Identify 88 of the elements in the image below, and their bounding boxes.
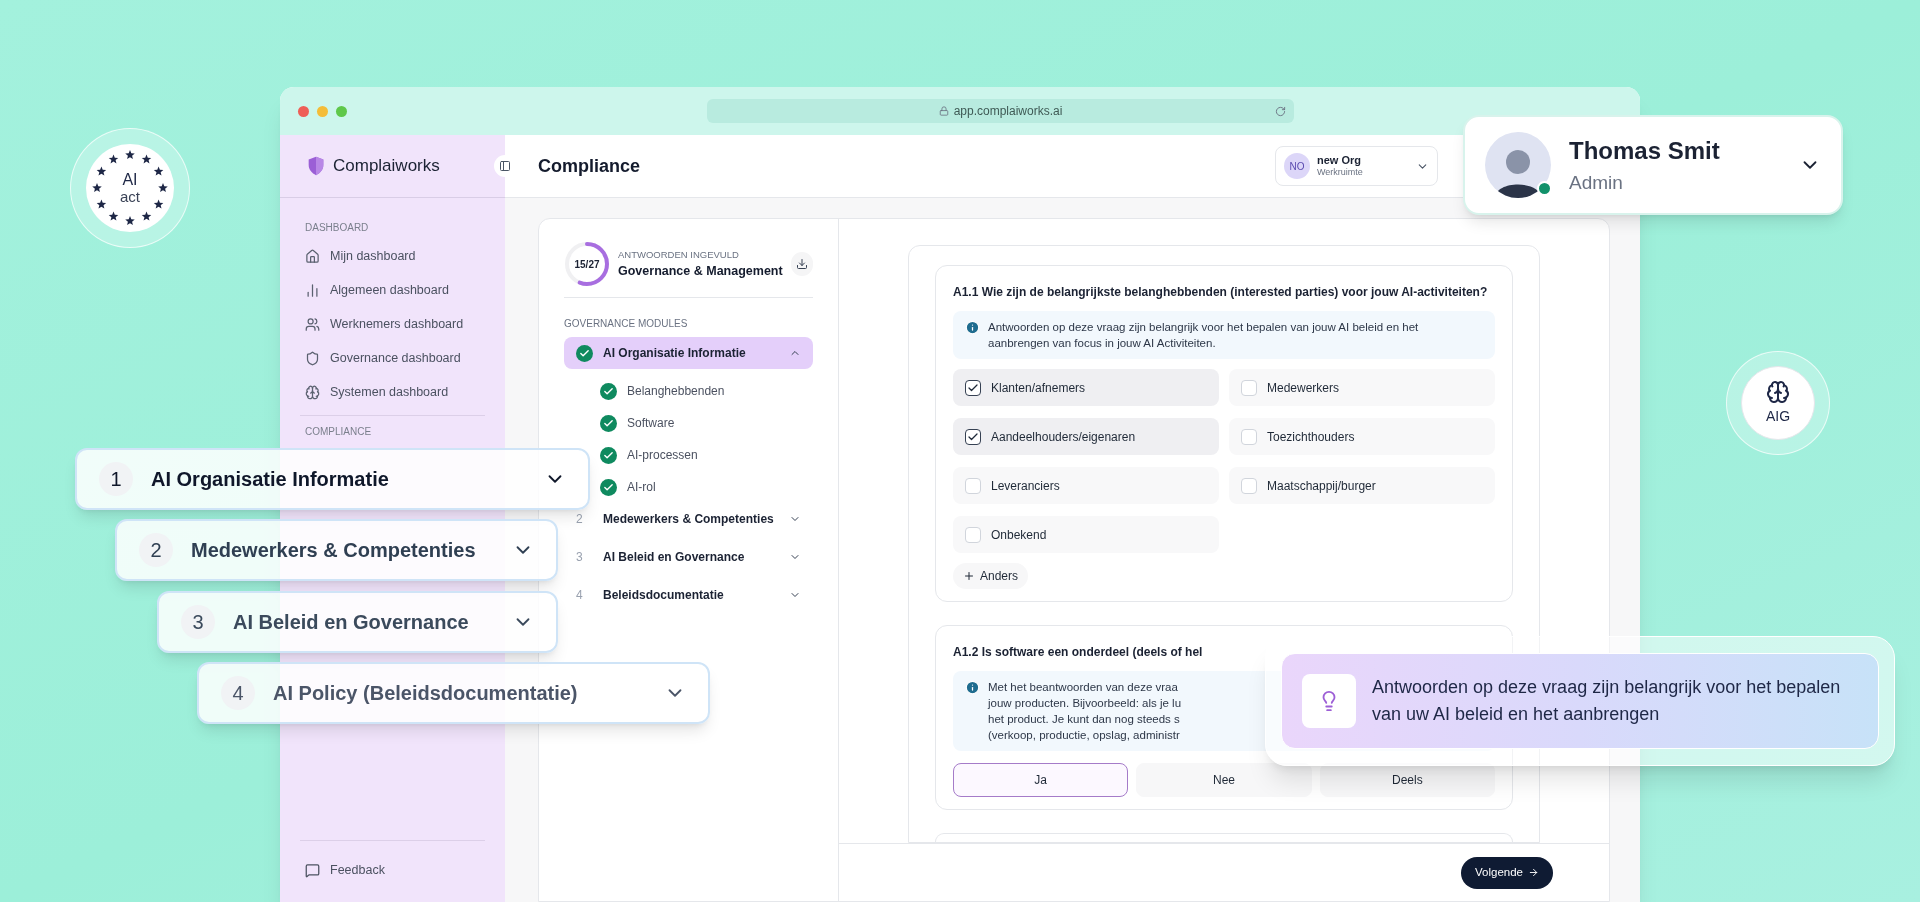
add-option-button[interactable]: Anders xyxy=(953,563,1029,589)
answer-option-button[interactable]: Deels xyxy=(1319,763,1495,797)
module-card[interactable]: 2 Medewerkers & Competenties xyxy=(115,519,558,581)
progress-ring xyxy=(564,241,610,287)
sidebar-link[interactable]: Governance dashboard xyxy=(300,341,485,375)
module-card[interactable]: 4 AI Policy (Beleidsdocumentatie) xyxy=(197,662,710,724)
url-text: app.complaiworks.ai xyxy=(953,103,1063,120)
sidebar-link[interactable]: Mijn dashboard xyxy=(300,239,485,273)
module-item[interactable]: AI Organisatie Informatie xyxy=(564,337,813,369)
module-number: 3 xyxy=(181,605,215,639)
module-title: AI Beleid en Governance xyxy=(233,610,469,635)
submodule-item[interactable]: Software xyxy=(600,407,813,439)
checkbox-option[interactable]: Medewerkers xyxy=(1229,369,1495,406)
arrow-right-icon xyxy=(1528,867,1539,878)
checkbox-option[interactable]: Klanten/afnemers xyxy=(953,369,1219,406)
checkbox-option[interactable]: Leveranciers xyxy=(953,467,1219,504)
plus-icon xyxy=(963,570,975,582)
nav-icon xyxy=(305,350,320,366)
module-title: AI Organisatie Informatie xyxy=(151,467,389,492)
answer-option-button[interactable]: Nee xyxy=(1136,763,1312,797)
badge-text: act xyxy=(120,188,140,205)
module-number: 2 xyxy=(139,533,173,567)
question-title: A1.1 Wie zijn de belangrijkste belanghebbenden (interested parties) voor jouw AI-activiteiten? xyxy=(953,284,1489,301)
section-heading: COMPLIANCE xyxy=(304,425,373,439)
message-icon xyxy=(305,863,320,879)
module-number: 1 xyxy=(99,462,133,496)
module-item[interactable]: 4 Beleidsdocumentatie xyxy=(564,579,813,611)
badge-text: AIG xyxy=(1765,406,1791,426)
module-card[interactable]: 3 AI Beleid en Governance xyxy=(157,591,558,653)
nav-icon xyxy=(305,248,320,264)
progress-title: Governance & Management xyxy=(618,262,783,280)
brain-icon xyxy=(1766,379,1790,404)
module-number: 4 xyxy=(221,676,255,710)
checkbox[interactable] xyxy=(965,428,981,445)
page-title: Compliance xyxy=(538,154,641,178)
badge-text: AI xyxy=(122,171,138,188)
checkbox-option[interactable]: Maatschappij/burger xyxy=(1229,467,1495,504)
section-heading: DASHBOARD xyxy=(304,221,370,235)
module-title: Medewerkers & Competenties xyxy=(191,538,476,563)
close-window-icon[interactable] xyxy=(298,105,309,117)
info-text: Met het beantwoorden van deze vraa jouw producten. Bijvoorbeeld: als je lu het product. Je kunt dan nog steeds s (verkoop, productie, opslag, administr xyxy=(988,680,1182,743)
reload-icon[interactable] xyxy=(1275,105,1286,117)
submodule-item[interactable]: AI-rol xyxy=(600,471,813,503)
sidebar-link[interactable]: Werknemers dashboard xyxy=(300,307,485,341)
checkbox[interactable] xyxy=(965,379,981,396)
info-icon xyxy=(965,320,980,335)
address-bar[interactable]: app.complaiworks.ai xyxy=(707,99,1294,123)
checkbox-option[interactable]: Aandeelhouders/eigenaren xyxy=(953,418,1219,455)
brand-name: Complaiworks xyxy=(333,155,440,178)
module-title: AI Policy (Beleidsdocumentatie) xyxy=(273,681,578,706)
info-text: Antwoorden op deze vraag zijn belangrijk voor het bepalen van jouw AI beleid en het aanbrengen van focus in jouw AI Activiteiten. xyxy=(988,320,1419,351)
user-role: Admin xyxy=(1569,170,1624,195)
checkbox-option[interactable]: Toezichthouders xyxy=(1229,418,1495,455)
info-icon xyxy=(965,680,980,695)
user-name: Thomas Smit xyxy=(1569,135,1720,166)
tip-text: Antwoorden op deze vraag zijn belangrijk voor het bepalen van uw AI beleid en het aanbrengen xyxy=(1372,676,1842,726)
modules-heading: GOVERNANCE MODULES xyxy=(564,317,689,331)
module-card[interactable]: 1 AI Organisatie Informatie xyxy=(75,448,590,510)
sidebar-link[interactable]: Algemeen dashboard xyxy=(300,273,485,307)
minimize-window-icon[interactable] xyxy=(317,105,328,117)
question-title: A1.2 Is software een onderdeel (deels of hel xyxy=(953,644,1204,661)
submodule-item[interactable]: Belanghebbenden xyxy=(600,375,813,407)
lock-icon xyxy=(938,106,949,116)
workspace-switcher[interactable]: NO new Org Werkruimte xyxy=(1275,146,1438,186)
star-ring-icon xyxy=(92,150,168,226)
module-number: 4 xyxy=(576,587,584,604)
download-button[interactable] xyxy=(790,252,813,276)
checkbox-option[interactable]: Onbekend xyxy=(953,516,1219,553)
download-icon xyxy=(795,258,808,270)
module-item[interactable]: 3 AI Beleid en Governance xyxy=(564,541,813,573)
submodule-item[interactable]: AI-processen xyxy=(600,439,813,471)
module-number: 2 xyxy=(576,511,584,528)
module-number: 3 xyxy=(576,549,584,566)
profile-card[interactable]: Thomas Smit Admin xyxy=(1463,115,1843,215)
workspace-name: new Org xyxy=(1317,154,1361,166)
nav-icon xyxy=(305,282,320,298)
sidebar-toggle-icon xyxy=(499,160,511,172)
sidebar-link[interactable]: Systemen dashboard xyxy=(300,375,485,409)
feedback-link[interactable]: Feedback xyxy=(300,861,485,880)
next-button[interactable]: Volgende xyxy=(1461,856,1553,889)
maximize-window-icon[interactable] xyxy=(336,105,347,117)
progress-count: 15/27 xyxy=(574,257,600,272)
workspace-type: Werkruimte xyxy=(1317,166,1363,178)
answer-option-button[interactable]: Ja xyxy=(953,763,1129,797)
nav-icon xyxy=(305,384,320,400)
workspace-avatar: NO xyxy=(1284,153,1310,179)
nav-icon xyxy=(305,316,320,332)
progress-caption: ANTWOORDEN INGEVULD xyxy=(618,247,740,262)
